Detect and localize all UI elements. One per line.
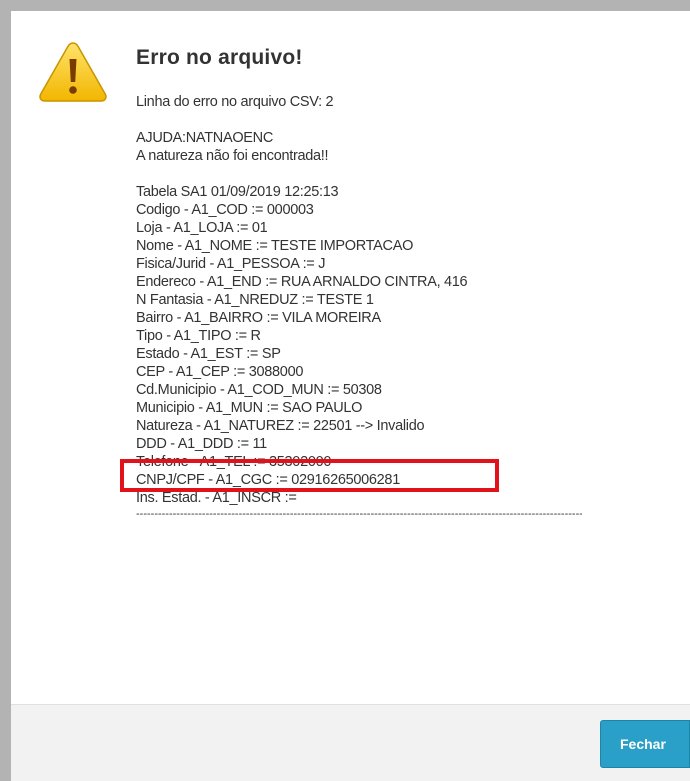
field-line: Tipo - A1_TIPO := R	[136, 328, 261, 344]
error-dialog: Erro no arquivo! Linha do erro no arquiv…	[11, 11, 690, 781]
field-line: DDD - A1_DDD := 11	[136, 436, 267, 452]
field-line: Cd.Municipio - A1_COD_MUN := 50308	[136, 382, 382, 398]
dialog-title: Erro no arquivo!	[136, 46, 303, 69]
field-line: Endereco - A1_END := RUA ARNALDO CINTRA,…	[136, 274, 468, 290]
dialog-footer: Fechar	[11, 704, 690, 781]
field-line: Ins. Estad. - A1_INSCR :=	[136, 490, 297, 506]
dashed-divider: ----------------------------------------…	[136, 508, 582, 520]
field-line: CEP - A1_CEP := 3088000	[136, 364, 304, 380]
window-frame-top	[0, 0, 690, 11]
window-frame-left	[0, 0, 11, 781]
field-line: Bairro - A1_BAIRRO := VILA MOREIRA	[136, 310, 381, 326]
field-line: Municipio - A1_MUN := SAO PAULO	[136, 400, 363, 416]
field-line: CNPJ/CPF - A1_CGC := 02916265006281	[136, 472, 400, 488]
field-line: Estado - A1_EST := SP	[136, 346, 281, 362]
field-line: Telefone - A1_TEL := 35302000	[136, 454, 332, 470]
field-line: Codigo - A1_COD := 000003	[136, 202, 314, 218]
dialog-content: Erro no arquivo! Linha do erro no arquiv…	[136, 45, 676, 521]
invalid-field-line: Natureza - A1_NATUREZ := 22501 --> Inval…	[136, 418, 425, 434]
screen: Erro no arquivo! Linha do erro no arquiv…	[0, 0, 690, 781]
help-code: AJUDA:NATNAOENC	[136, 130, 274, 146]
field-line: N Fantasia - A1_NREDUZ := TESTE 1	[136, 292, 374, 308]
warning-icon	[39, 42, 107, 102]
field-line: Nome - A1_NOME := TESTE IMPORTACAO	[136, 238, 414, 254]
help-message: A natureza não foi encontrada!!	[136, 148, 329, 164]
field-line: Loja - A1_LOJA := 01	[136, 220, 268, 236]
table-header: Tabela SA1 01/09/2019 12:25:13	[136, 184, 339, 200]
field-line: Fisica/Jurid - A1_PESSOA := J	[136, 256, 326, 272]
close-button[interactable]: Fechar	[600, 720, 690, 768]
csv-line-text: Linha do erro no arquivo CSV: 2	[136, 94, 334, 110]
